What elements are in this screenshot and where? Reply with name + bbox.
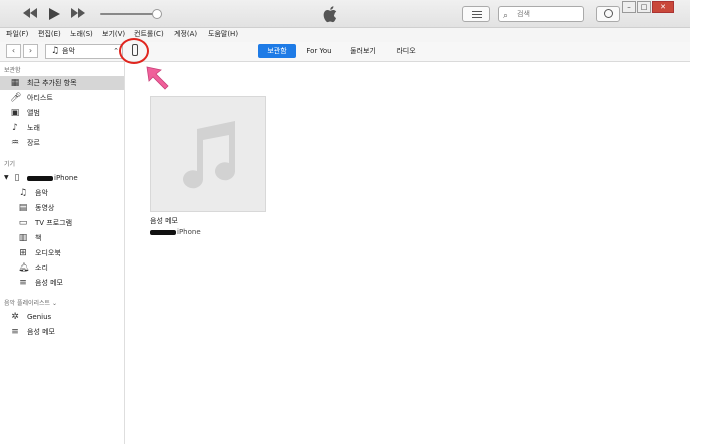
sidebar-device-books[interactable]: ▥ 책 [0, 231, 124, 245]
sidebar: 보관함 ▦ 최근 추가된 항목 🎤︎ 아티스트 ▣ 앨범 ♪ 노래 ♒ 장르 기… [0, 62, 125, 444]
playlist-icon: ≡ [19, 278, 27, 288]
sidebar-item-recently-added[interactable]: ▦ 최근 추가된 항목 [0, 76, 124, 90]
sidebar-device-iphone[interactable]: ▼ ▯ iPhone [0, 171, 124, 185]
tab-radio[interactable]: 라디오 [390, 44, 422, 58]
tab-library[interactable]: 보관함 [258, 44, 296, 58]
music-note-icon: ♫ [51, 46, 60, 56]
sidebar-item-albums[interactable]: ▣ 앨범 [0, 106, 124, 120]
redacted-block [27, 175, 53, 181]
media-kind-label: 음악 [62, 47, 75, 55]
rewind-icon[interactable] [22, 7, 38, 21]
sidebar-item-label: 최근 추가된 항목 [27, 79, 77, 87]
book-icon: ▥ [18, 233, 28, 243]
minimize-button[interactable]: – [622, 1, 636, 13]
sidebar-item-label: 장르 [27, 139, 40, 147]
sidebar-device-music[interactable]: ♫ 음악 [0, 186, 124, 200]
menu-bar: 파일(F) 편집(E) 노래(S) 보기(V) 컨트롤(C) 계정(A) 도움말… [0, 28, 690, 42]
sidebar-item-label: 음성 메모 [27, 328, 55, 336]
close-button[interactable]: ✕ [652, 1, 674, 13]
sidebar-item-label: Genius [27, 313, 52, 321]
sidebar-item-label: 음성 메모 [35, 279, 63, 287]
pink-arrow-icon [146, 66, 169, 90]
menu-help[interactable]: 도움말(H) [208, 29, 238, 39]
menu-account[interactable]: 계정(A) [174, 29, 197, 39]
menu-file[interactable]: 파일(F) [6, 29, 28, 39]
library-section-title: 보관함 [4, 67, 21, 74]
album-icon: ▣ [10, 108, 20, 118]
sidebar-device-audiobooks[interactable]: ⊞ 오디오북 [0, 246, 124, 260]
device-name: iPhone [27, 171, 78, 185]
playlist-icon: ≡ [11, 327, 19, 337]
album-subtitle-text: iPhone [177, 228, 201, 236]
tv-icon: ▭ [18, 218, 28, 228]
menu-controls[interactable]: 컨트롤(C) [134, 29, 164, 39]
sidebar-item-label: 노래 [27, 124, 40, 132]
sidebar-item-label: 앨범 [27, 109, 40, 117]
bell-icon: 🔔︎ [18, 263, 30, 273]
search-placeholder: 검색 [517, 10, 530, 18]
playlists-section-title[interactable]: 음악 플레이리스트 ⌄ [4, 298, 57, 307]
genre-icon: ♒ [10, 138, 20, 148]
genius-icon: ✲ [11, 312, 19, 322]
audiobook-icon: ⊞ [19, 248, 27, 258]
disclosure-triangle-icon: ▼ [4, 174, 9, 181]
tab-browse[interactable]: 둘러보기 [342, 44, 384, 58]
volume-knob[interactable] [152, 9, 162, 19]
music-note-placeholder-icon [183, 121, 236, 189]
sidebar-device-voice-memos[interactable]: ≡ 음성 메모 [0, 276, 124, 290]
sidebar-device-movies[interactable]: ▤ 동영상 [0, 201, 124, 215]
device-name-text: iPhone [54, 174, 78, 182]
search-icon: ⌕ [503, 11, 509, 21]
download-button[interactable] [596, 6, 620, 22]
sidebar-playlist-voice-memos[interactable]: ≡ 음성 메모 [0, 325, 124, 339]
devices-section-title: 기기 [4, 161, 16, 168]
media-kind-select[interactable]: ♫ 음악 ⌃ [45, 44, 123, 59]
maximize-button[interactable]: □ [637, 1, 651, 13]
sidebar-item-songs[interactable]: ♪ 노래 [0, 121, 124, 135]
apple-logo-icon [322, 4, 340, 24]
music-note-icon: ♪ [12, 123, 18, 133]
album-subtitle: iPhone [150, 228, 201, 236]
album-artwork[interactable] [150, 96, 266, 212]
sidebar-item-artists[interactable]: 🎤︎ 아티스트 [0, 91, 124, 105]
search-input[interactable]: ⌕ 검색 [498, 6, 584, 22]
sidebar-item-genres[interactable]: ♒ 장르 [0, 136, 124, 150]
sidebar-item-label: 책 [35, 234, 42, 242]
sidebar-item-label: 아티스트 [27, 94, 53, 102]
music-icon: ♫ [18, 188, 28, 198]
forward-button[interactable]: › [23, 44, 38, 58]
playback-bar: ⌕ 검색 – □ ✕ [0, 0, 690, 28]
sidebar-device-tones[interactable]: 🔔︎ 소리 [0, 261, 124, 275]
sidebar-item-label: 소리 [35, 264, 48, 272]
sidebar-playlist-genius[interactable]: ✲ Genius [0, 310, 124, 324]
redacted-block [150, 229, 176, 235]
sidebar-item-label: 동영상 [35, 204, 55, 212]
highlight-circle [119, 38, 149, 64]
film-icon: ▤ [18, 203, 28, 213]
play-icon[interactable] [46, 7, 62, 21]
fast-forward-icon[interactable] [70, 7, 86, 21]
grid-icon: ▦ [10, 78, 20, 88]
sidebar-device-tv[interactable]: ▭ TV 프로그램 [0, 216, 124, 230]
iphone-icon: ▯ [14, 173, 20, 183]
sidebar-item-label: TV 프로그램 [35, 219, 73, 227]
microphone-icon: 🎤︎ [10, 93, 22, 103]
back-button[interactable]: ‹ [6, 44, 21, 58]
menu-song[interactable]: 노래(S) [70, 29, 93, 39]
menu-edit[interactable]: 편집(E) [38, 29, 61, 39]
menu-view[interactable]: 보기(V) [102, 29, 125, 39]
list-view-button[interactable] [462, 6, 490, 22]
sidebar-item-label: 오디오북 [35, 249, 61, 257]
sidebar-item-label: 음악 [35, 189, 48, 197]
download-icon [604, 9, 613, 18]
album-title[interactable]: 음성 메모 [150, 216, 178, 226]
tab-for-you[interactable]: For You [300, 44, 338, 58]
volume-slider[interactable] [100, 9, 162, 19]
